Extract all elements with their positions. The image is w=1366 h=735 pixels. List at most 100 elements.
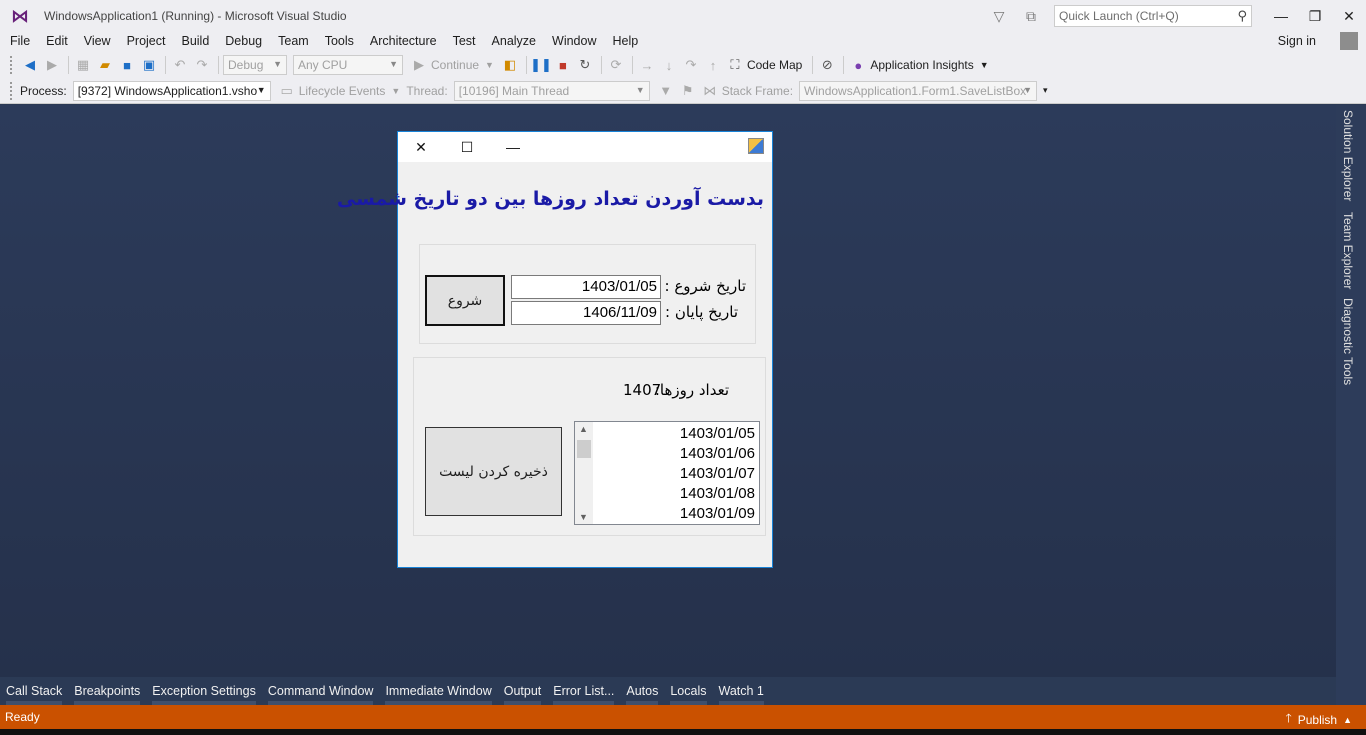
list-item[interactable]: 1403/01/07 <box>680 464 755 484</box>
continue-button[interactable]: Continue <box>431 58 479 72</box>
split-stacks-icon[interactable]: ⋈ <box>700 81 720 101</box>
end-date-label: تاریخ پایان : <box>665 303 738 321</box>
list-item[interactable]: 1403/01/06 <box>680 444 755 464</box>
flag-thread-icon[interactable]: ⚑ <box>678 81 698 101</box>
tab-error-list[interactable]: Error List... <box>547 677 620 705</box>
scroll-down-icon[interactable]: ▼ <box>579 512 588 522</box>
team-explorer-tab[interactable]: Team Explorer <box>1341 212 1355 289</box>
lightbulb-icon[interactable]: ● <box>848 55 868 75</box>
standard-toolbar: ◀ ▶ ▦ ▰ ■ ▣ ↶ ↷ Debug ▼ Any CPU ▼ ▶ Cont… <box>0 52 1366 78</box>
tab-locals[interactable]: Locals <box>664 677 712 705</box>
attach-icon[interactable]: ◧ <box>500 55 520 75</box>
chevron-down-icon[interactable]: ▼ <box>485 60 494 70</box>
save-icon[interactable]: ■ <box>117 55 137 75</box>
menu-file[interactable]: File <box>0 32 38 52</box>
configuration-dropdown[interactable]: Debug ▼ <box>223 55 287 75</box>
undo-icon[interactable]: ↶ <box>170 55 190 75</box>
menu-analyze[interactable]: Analyze <box>484 32 544 52</box>
filter-icon[interactable]: ▼ <box>656 81 676 101</box>
form-maximize-icon[interactable]: ☐ <box>458 138 476 156</box>
chevron-down-icon: ▼ <box>635 84 645 95</box>
restore-button[interactable]: ❐ <box>1298 0 1332 32</box>
chevron-down-icon[interactable]: ▼ <box>980 60 989 70</box>
thread-label: Thread: <box>406 83 448 98</box>
toolbar-overflow-icon[interactable]: ▾ <box>1043 85 1048 96</box>
save-list-button[interactable]: ذخیره کردن لیست <box>425 427 562 516</box>
chevron-down-icon[interactable]: ▼ <box>391 86 400 96</box>
menu-architecture[interactable]: Architecture <box>362 32 445 52</box>
restart-icon[interactable]: ↻ <box>575 55 595 75</box>
form-minimize-icon[interactable]: — <box>504 138 522 156</box>
breakpoints-toggle-icon[interactable]: ⊘ <box>817 55 837 75</box>
menu-test[interactable]: Test <box>445 32 484 52</box>
menu-project[interactable]: Project <box>119 32 174 52</box>
diagnostic-tools-tab[interactable]: Diagnostic Tools <box>1341 298 1355 385</box>
code-map-button[interactable]: Code Map <box>747 58 802 72</box>
minimize-button[interactable]: — <box>1264 0 1298 32</box>
tab-command-window[interactable]: Command Window <box>262 677 380 705</box>
tab-exception-settings[interactable]: Exception Settings <box>146 677 262 705</box>
tab-output[interactable]: Output <box>498 677 548 705</box>
menu-view[interactable]: View <box>76 32 119 52</box>
tab-autos[interactable]: Autos <box>620 677 664 705</box>
solution-explorer-tab[interactable]: Solution Explorer <box>1341 110 1355 201</box>
stop-icon[interactable]: ■ <box>553 55 573 75</box>
close-button[interactable]: ✕ <box>1332 0 1366 32</box>
thread-dropdown[interactable]: [10196] Main Thread ▼ <box>453 80 650 101</box>
tab-breakpoints[interactable]: Breakpoints <box>68 677 146 705</box>
start-button[interactable]: شروع <box>425 275 505 326</box>
code-map-icon[interactable]: ⛶ <box>725 55 745 75</box>
list-item[interactable]: 1403/01/05 <box>680 424 755 444</box>
publish-button[interactable]: 🡑 Publish ▲ <box>1285 709 1352 730</box>
menu-build[interactable]: Build <box>173 32 217 52</box>
start-date-input[interactable]: 1403/01/05 <box>511 275 661 299</box>
pause-icon[interactable]: ❚❚ <box>530 55 552 75</box>
feedback-icon[interactable]: ⧉ <box>1022 7 1040 25</box>
lifecycle-events-icon[interactable]: ▭ <box>277 81 297 101</box>
step-over-icon[interactable]: ↷ <box>681 55 701 75</box>
scrollbar-thumb[interactable] <box>577 440 591 458</box>
show-next-statement-icon[interactable]: → <box>637 55 657 75</box>
back-icon[interactable]: ◀ <box>20 55 40 75</box>
title-bar: ⋈ WindowsApplication1 (Running) - Micros… <box>0 0 1366 32</box>
save-all-icon[interactable]: ▣ <box>139 55 159 75</box>
tab-watch-1[interactable]: Watch 1 <box>713 677 770 705</box>
list-item[interactable]: 1403/01/09 <box>680 504 755 524</box>
tab-call-stack[interactable]: Call Stack <box>0 677 68 705</box>
menu-window[interactable]: Window <box>544 32 604 52</box>
quick-launch-input[interactable]: Quick Launch (Ctrl+Q) ⚲ <box>1054 5 1252 27</box>
window-title: WindowsApplication1 (Running) - Microsof… <box>44 9 347 23</box>
end-date-input[interactable]: 1406/11/09 <box>511 301 661 325</box>
dates-listbox[interactable]: ▲ ▼ 1403/01/05 1403/01/06 1403/01/07 140… <box>574 421 760 525</box>
open-file-icon[interactable]: ▰ <box>95 55 115 75</box>
scroll-up-icon[interactable]: ▲ <box>579 424 588 434</box>
process-dropdown[interactable]: [9372] WindowsApplication1.vsho ▼ <box>72 80 271 101</box>
step-out-icon[interactable]: ↑ <box>703 55 723 75</box>
toolbar-grip[interactable] <box>10 81 14 100</box>
menu-help[interactable]: Help <box>604 32 646 52</box>
platform-dropdown[interactable]: Any CPU ▼ <box>293 55 403 75</box>
menu-edit[interactable]: Edit <box>38 32 76 52</box>
tab-immediate-window[interactable]: Immediate Window <box>379 677 497 705</box>
listbox-scrollbar[interactable]: ▲ ▼ <box>575 422 593 524</box>
sign-in-link[interactable]: Sign in <box>1278 34 1316 48</box>
toolbar-grip[interactable] <box>10 56 14 74</box>
menu-tools[interactable]: Tools <box>317 32 362 52</box>
lifecycle-events-button[interactable]: Lifecycle Events <box>299 84 386 98</box>
stack-frame-dropdown[interactable]: WindowsApplication1.Form1.SaveListBox ▼ <box>799 80 1038 101</box>
refresh-icon[interactable]: ⟳ <box>606 55 626 75</box>
list-item[interactable]: 1403/01/08 <box>680 484 755 504</box>
play-icon[interactable]: ▶ <box>409 55 429 75</box>
menu-debug[interactable]: Debug <box>217 32 270 52</box>
menu-team[interactable]: Team <box>270 32 317 52</box>
process-value: [9372] WindowsApplication1.vsho <box>77 83 258 98</box>
redo-icon[interactable]: ↷ <box>192 55 212 75</box>
forward-icon[interactable]: ▶ <box>42 55 62 75</box>
new-project-icon[interactable]: ▦ <box>73 55 93 75</box>
form-close-icon[interactable]: ✕ <box>412 138 430 156</box>
step-into-icon[interactable]: ↓ <box>659 55 679 75</box>
application-insights-button[interactable]: Application Insights <box>870 58 973 72</box>
notifications-filter-icon[interactable]: ▽ <box>990 7 1008 25</box>
avatar[interactable] <box>1340 32 1358 50</box>
start-date-label: تاریخ شروع : <box>664 277 746 295</box>
